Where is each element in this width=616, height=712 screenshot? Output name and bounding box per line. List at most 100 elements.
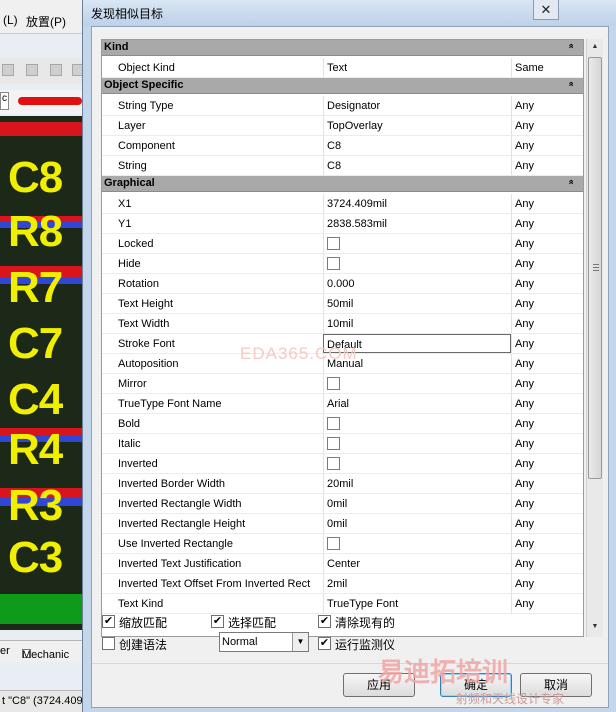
pcb-canvas[interactable]: C8 R8 R7 C7 C4 R4 R3 C3 xyxy=(0,116,90,630)
property-match-mode[interactable]: Any xyxy=(511,96,583,115)
property-value[interactable] xyxy=(323,234,511,253)
property-match-mode[interactable]: Any xyxy=(511,136,583,155)
property-value[interactable]: 10mil xyxy=(323,314,511,333)
category-header-object-specific[interactable]: Object Specific » xyxy=(102,78,583,94)
property-name: Y1 xyxy=(118,218,132,230)
zoom-match-checkbox[interactable]: ✔ xyxy=(102,615,115,628)
property-value[interactable] xyxy=(323,454,511,473)
property-value[interactable]: C8 xyxy=(323,136,511,155)
chevron-double-up-icon[interactable]: » xyxy=(566,179,576,184)
property-checkbox[interactable] xyxy=(327,457,340,470)
property-checkbox[interactable] xyxy=(327,537,340,550)
title-bar[interactable]: 发现相似目标 ✕ xyxy=(83,0,616,26)
toolbar-icon[interactable] xyxy=(26,64,38,76)
property-value[interactable]: Arial xyxy=(323,394,511,413)
run-inspector-checkbox[interactable]: ✔ xyxy=(318,637,331,650)
property-match-mode[interactable]: Any xyxy=(511,234,583,253)
property-value[interactable] xyxy=(323,534,511,553)
property-value[interactable]: Text xyxy=(323,58,511,77)
property-value[interactable] xyxy=(323,254,511,273)
property-match-mode[interactable]: Same xyxy=(511,58,583,77)
property-match-mode[interactable]: Any xyxy=(511,594,583,613)
property-row: Inverted Text Offset From Inverted Rect 2… xyxy=(102,574,583,594)
pcb-designator-label[interactable]: C7 xyxy=(8,322,63,366)
property-match-mode[interactable]: Any xyxy=(511,534,583,553)
property-value[interactable]: 50mil xyxy=(323,294,511,313)
layer-tab[interactable]: er xyxy=(0,645,10,657)
property-match-mode[interactable]: Any xyxy=(511,254,583,273)
pcb-designator-label[interactable]: R8 xyxy=(8,210,63,254)
pcb-designator-label[interactable]: R7 xyxy=(8,266,63,310)
watermark-tagline: 射频和天线设计专家 xyxy=(456,692,565,706)
pcb-designator-label[interactable]: R4 xyxy=(8,428,63,472)
vertical-scrollbar[interactable]: ▲ ▼ xyxy=(586,39,603,637)
chevron-double-up-icon[interactable]: » xyxy=(566,43,576,48)
property-value[interactable] xyxy=(323,374,511,393)
property-value[interactable]: TrueType Font xyxy=(323,594,511,613)
property-match-mode[interactable]: Any xyxy=(511,294,583,313)
category-header-graphical[interactable]: Graphical » xyxy=(102,176,583,192)
property-value[interactable]: 0.000 xyxy=(323,274,511,293)
property-checkbox[interactable] xyxy=(327,377,340,390)
toolbar-icon[interactable] xyxy=(2,64,14,76)
property-name: Layer xyxy=(118,120,146,132)
property-value[interactable]: C8 xyxy=(323,156,511,175)
property-match-mode[interactable]: Any xyxy=(511,214,583,233)
property-value[interactable]: 0mil xyxy=(323,494,511,513)
property-value[interactable]: 0mil xyxy=(323,514,511,533)
property-value[interactable] xyxy=(323,414,511,433)
property-match-mode[interactable]: Any xyxy=(511,116,583,135)
toolbar-icon[interactable] xyxy=(50,64,62,76)
property-match-mode[interactable]: Any xyxy=(511,514,583,533)
property-value[interactable]: Center xyxy=(323,554,511,573)
menu-item-l[interactable]: (L) xyxy=(3,13,18,27)
menu-item-place[interactable]: 放置(P) xyxy=(26,13,66,30)
property-checkbox[interactable] xyxy=(327,437,340,450)
property-match-mode[interactable]: Any xyxy=(511,474,583,493)
property-match-mode[interactable]: Any xyxy=(511,554,583,573)
scroll-down-icon[interactable]: ▼ xyxy=(587,619,603,635)
filter-input[interactable]: c xyxy=(0,92,9,110)
property-value[interactable]: TopOverlay xyxy=(323,116,511,135)
property-value[interactable] xyxy=(323,434,511,453)
scroll-up-icon[interactable]: ▲ xyxy=(587,39,603,55)
category-header-kind[interactable]: Kind » xyxy=(102,40,583,56)
pcb-designator-label[interactable]: C4 xyxy=(8,378,63,422)
chevron-down-icon[interactable]: ▼ xyxy=(292,633,308,651)
status-text: t "C8" (3724.409 xyxy=(2,695,83,707)
pcb-designator-label[interactable]: R3 xyxy=(8,484,63,528)
property-match-mode[interactable]: Any xyxy=(511,454,583,473)
property-match-mode[interactable]: Any xyxy=(511,354,583,373)
clear-existing-checkbox[interactable]: ✔ xyxy=(318,615,331,628)
mode-select[interactable]: Normal ▼ xyxy=(219,632,309,652)
property-match-mode[interactable]: Any xyxy=(511,156,583,175)
pcb-designator-label[interactable]: C3 xyxy=(8,536,63,580)
select-match-checkbox[interactable]: ✔ xyxy=(211,615,224,628)
property-match-mode[interactable]: Any xyxy=(511,334,583,353)
chevron-double-up-icon[interactable]: » xyxy=(566,81,576,86)
property-value[interactable]: 3724.409mil xyxy=(323,194,511,213)
property-checkbox[interactable] xyxy=(327,417,340,430)
property-match-mode[interactable]: Any xyxy=(511,394,583,413)
property-value[interactable]: 20mil xyxy=(323,474,511,493)
property-match-mode[interactable]: Any xyxy=(511,194,583,213)
property-checkbox[interactable] xyxy=(327,237,340,250)
create-expression-checkbox[interactable] xyxy=(102,637,115,650)
property-match-mode[interactable]: Any xyxy=(511,314,583,333)
property-match-mode[interactable]: Any xyxy=(511,414,583,433)
property-value[interactable]: 2838.583mil xyxy=(323,214,511,233)
property-row: String Type Designator Any xyxy=(102,96,583,116)
property-row: Inverted Any xyxy=(102,454,583,474)
property-match-mode[interactable]: Any xyxy=(511,434,583,453)
pcb-designator-label[interactable]: C8 xyxy=(8,156,63,200)
property-match-mode[interactable]: Any xyxy=(511,494,583,513)
property-match-mode[interactable]: Any xyxy=(511,574,583,593)
scroll-thumb[interactable] xyxy=(588,57,602,479)
property-value[interactable]: 2mil xyxy=(323,574,511,593)
property-name: String xyxy=(118,160,147,172)
property-checkbox[interactable] xyxy=(327,257,340,270)
property-match-mode[interactable]: Any xyxy=(511,374,583,393)
property-value[interactable]: Designator xyxy=(323,96,511,115)
property-match-mode[interactable]: Any xyxy=(511,274,583,293)
close-button[interactable]: ✕ xyxy=(533,0,559,20)
